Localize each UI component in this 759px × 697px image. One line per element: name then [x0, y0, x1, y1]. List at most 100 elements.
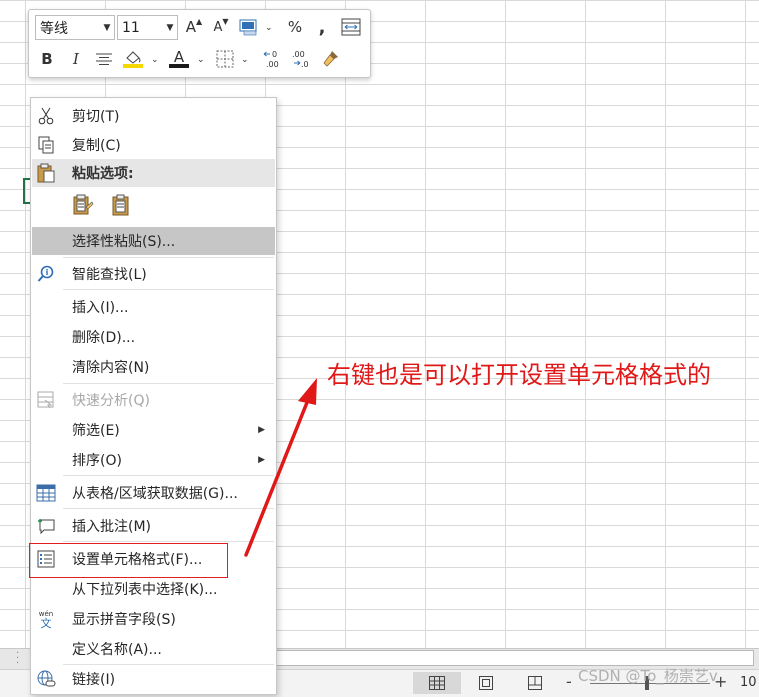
menu-separator — [63, 383, 274, 384]
menu-label: 插入批注(M) — [72, 519, 152, 535]
menu-item-cut[interactable]: 剪切(T) — [32, 102, 275, 130]
chevron-down-icon[interactable]: ⌄ — [151, 55, 159, 65]
decrease-font-icon: A — [213, 19, 223, 35]
menu-label: 粘贴选项: — [72, 166, 134, 182]
menu-section-paste-options: 粘贴选项: — [32, 159, 275, 187]
menu-label: 链接(I) — [72, 672, 116, 688]
submenu-arrow-icon: ▶ — [258, 425, 265, 435]
font-color-icon: A — [169, 49, 189, 68]
page-break-icon — [528, 676, 542, 690]
decrease-decimal-button[interactable]: .00 .0 — [289, 47, 313, 71]
menu-label: 排序(O) — [72, 453, 122, 469]
comma-style-button[interactable]: , — [310, 15, 334, 39]
borders-icon — [216, 50, 234, 68]
zoom-level[interactable]: 10 — [740, 675, 757, 690]
menu-label: 清除内容(N) — [72, 360, 150, 376]
menu-item-define-name[interactable]: 定义名称(A)... — [32, 635, 275, 663]
menu-item-copy[interactable]: 复制(C) — [32, 131, 275, 159]
svg-text:i: i — [46, 268, 49, 277]
tab-split-handle[interactable]: · · · — [16, 649, 22, 669]
format-cells-highlight-box — [29, 543, 228, 578]
decrease-font-size-button[interactable]: A ▼ — [209, 15, 233, 39]
chevron-down-icon[interactable]: ⌄ — [265, 23, 273, 33]
paste-icon[interactable] — [109, 193, 133, 217]
comment-icon — [35, 516, 57, 536]
chevron-down-icon: ▼ — [166, 22, 174, 33]
menu-label: 选择性粘贴(S)... — [72, 234, 176, 250]
page-break-view-button[interactable] — [511, 672, 559, 694]
comma-icon: , — [318, 16, 326, 38]
menu-label: 复制(C) — [72, 138, 121, 154]
merge-center-icon — [341, 18, 361, 36]
accounting-format-button[interactable] — [237, 15, 261, 39]
menu-label: 显示拼音字段(S) — [72, 612, 176, 628]
page-layout-view-button[interactable] — [462, 672, 510, 694]
font-name-value: 等线 — [40, 20, 68, 37]
menu-item-sort[interactable]: 排序(O) ▶ — [32, 446, 275, 474]
italic-button[interactable]: I — [64, 47, 88, 71]
menu-item-smart-lookup[interactable]: i 智能查找(L) — [32, 260, 275, 288]
menu-item-paste-special[interactable]: 选择性粘贴(S)... — [32, 227, 275, 255]
watermark: CSDN @To_杨崇艺v — [578, 667, 718, 685]
menu-label: 从表格/区域获取数据(G)... — [72, 486, 238, 502]
paste-options-row — [71, 193, 133, 217]
merge-center-button[interactable] — [339, 15, 363, 39]
menu-item-show-phonetic[interactable]: wén 文 显示拼音字段(S) — [32, 605, 275, 633]
annotation-text: 右键也是可以打开设置单元格格式的 — [327, 361, 711, 389]
increase-decimal-button[interactable]: 0 .00 — [261, 47, 285, 71]
scissors-icon — [35, 106, 57, 126]
format-painter-button[interactable] — [319, 47, 343, 71]
menu-item-insert-comment[interactable]: 插入批注(M) — [32, 512, 275, 540]
menu-label: 智能查找(L) — [72, 267, 147, 283]
increase-font-size-button[interactable]: A ▲ — [182, 15, 206, 39]
menu-label: 删除(D)... — [72, 330, 136, 346]
chevron-down-icon[interactable]: ⌄ — [197, 55, 205, 65]
link-icon — [35, 669, 57, 689]
svg-text:0: 0 — [272, 50, 277, 59]
menu-item-link[interactable]: 链接(I) — [32, 665, 275, 693]
percent-icon: % — [287, 18, 303, 36]
down-caret-icon: ▼ — [222, 16, 229, 26]
svg-text:.00: .00 — [292, 50, 305, 59]
submenu-arrow-icon: ▶ — [258, 455, 265, 465]
horizontal-scrollbar[interactable] — [276, 650, 754, 666]
bold-button[interactable]: B — [35, 47, 59, 71]
menu-item-quick-analysis[interactable]: 快速分析(Q) — [32, 386, 275, 414]
page-layout-icon — [479, 676, 493, 690]
svg-text:.00: .00 — [266, 60, 279, 69]
menu-item-get-data-from-table[interactable]: 从表格/区域获取数据(G)... — [32, 479, 275, 507]
menu-label: 插入(I)... — [72, 300, 129, 316]
menu-item-clear-contents[interactable]: 清除内容(N) — [32, 353, 275, 381]
menu-item-delete[interactable]: 删除(D)... — [32, 323, 275, 351]
font-color-button[interactable]: A — [167, 47, 191, 71]
italic-icon: I — [73, 50, 79, 68]
clipboard-icon — [35, 163, 57, 183]
grid-view-icon — [429, 676, 445, 690]
menu-item-insert[interactable]: 插入(I)... — [32, 293, 275, 321]
zoom-out-button[interactable]: - — [566, 674, 572, 690]
menu-label: 快速分析(Q) — [72, 393, 150, 409]
borders-button[interactable] — [213, 47, 237, 71]
svg-text:文: 文 — [41, 616, 52, 629]
align-center-button[interactable] — [92, 47, 116, 71]
normal-view-button[interactable] — [413, 672, 461, 694]
paste-keep-formatting-icon[interactable] — [71, 193, 95, 217]
chevron-down-icon[interactable]: ⌄ — [241, 55, 249, 65]
menu-separator — [63, 541, 274, 542]
menu-label: 定义名称(A)... — [72, 642, 162, 658]
font-size-value: 11 — [122, 19, 140, 36]
font-size-combo[interactable]: 11 ▼ — [117, 15, 178, 40]
menu-item-pick-from-dropdown[interactable]: 从下拉列表中选择(K)... — [32, 575, 275, 603]
table-icon — [35, 483, 57, 503]
menu-separator — [63, 475, 274, 476]
menu-item-filter[interactable]: 筛选(E) ▶ — [32, 416, 275, 444]
menu-separator — [63, 289, 274, 290]
percent-style-button[interactable]: % — [283, 15, 307, 39]
chevron-down-icon: ▼ — [103, 22, 111, 33]
decrease-decimal-icon: .00 .0 — [292, 50, 309, 69]
mini-toolbar: 等线 ▼ 11 ▼ A ▲ A ▼ ⌄ % , B I ⌄ A ⌄ ⌄ 0 .0… — [28, 9, 371, 78]
font-name-combo[interactable]: 等线 ▼ — [35, 15, 115, 40]
fill-color-button[interactable] — [121, 47, 145, 71]
quick-analysis-icon — [35, 390, 57, 410]
fill-bucket-icon — [123, 51, 143, 68]
